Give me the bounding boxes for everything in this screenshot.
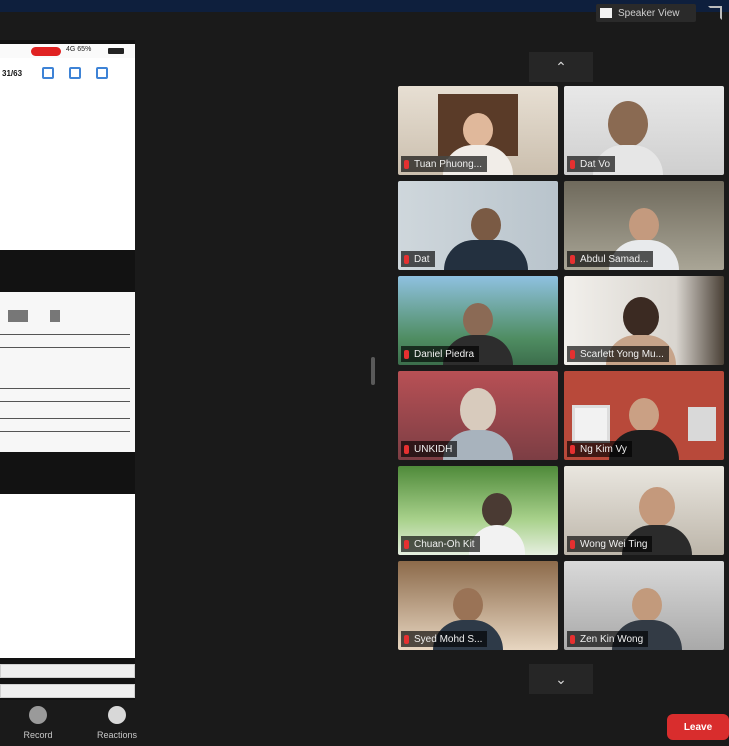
participant-tile[interactable]: Abdul Samad... (564, 181, 724, 270)
reactions-button[interactable]: Reactions (87, 702, 147, 740)
participant-tile[interactable]: Wong Wei Ting (564, 466, 724, 555)
participant-name-tag: Ng Kim Vy (567, 441, 632, 457)
chevron-down-icon: ⌄ (555, 670, 567, 687)
participant-avatar (444, 208, 528, 270)
mic-muted-icon (404, 254, 409, 264)
scroll-up-button[interactable]: ⌃ (529, 52, 593, 82)
participant-tile[interactable]: UNKIDH (398, 371, 558, 460)
participant-tile[interactable]: Dat (398, 181, 558, 270)
speaker-view-button[interactable]: Speaker View (596, 4, 696, 22)
participant-tile[interactable]: Tuan Phuong... (398, 86, 558, 175)
participant-gallery: Tuan Phuong... Dat Vo Dat Abdul Samad...… (398, 86, 724, 650)
scroll-down-button[interactable]: ⌄ (529, 664, 593, 694)
participant-name-tag: Abdul Samad... (567, 251, 654, 267)
participant-name-tag: UNKIDH (401, 441, 458, 457)
participant-name-tag: Syed Mohd S... (401, 631, 488, 647)
participant-tile[interactable]: Dat Vo (564, 86, 724, 175)
participant-name-tag: Scarlett Yong Mu... (567, 346, 669, 362)
participant-tile[interactable]: Zen Kin Wong (564, 561, 724, 650)
crop-icon (42, 67, 55, 79)
participant-name-tag: Chuan-Oh Kit (401, 536, 480, 552)
recording-indicator (31, 47, 61, 56)
mic-muted-icon (404, 539, 409, 549)
fullscreen-icon[interactable] (708, 6, 722, 20)
participant-name-tag: Daniel Piedra (401, 346, 480, 362)
mic-muted-icon (570, 349, 575, 359)
mic-muted-icon (570, 634, 575, 644)
record-button[interactable]: Record (8, 702, 68, 740)
mic-muted-icon (570, 159, 575, 169)
battery-icon (108, 48, 124, 54)
music-staff (0, 418, 130, 432)
phone-status-text: 4G 65% (66, 46, 92, 53)
wall-frame (688, 407, 716, 441)
participant-name-tag: Wong Wei Ting (567, 536, 653, 552)
music-staff (0, 334, 130, 348)
mic-muted-icon (570, 254, 575, 264)
record-label: Record (23, 730, 53, 740)
share-icon (96, 67, 109, 79)
participant-name-tag: Tuan Phuong... (401, 156, 488, 172)
mic-muted-icon (404, 159, 409, 169)
sheet-music-page (0, 292, 135, 452)
rotate-icon (69, 67, 82, 79)
participant-name-tag: Dat (401, 251, 435, 267)
participant-name-tag: Zen Kin Wong (567, 631, 649, 647)
document-page (0, 494, 135, 658)
reactions-icon (108, 706, 126, 724)
participant-tile[interactable]: Daniel Piedra (398, 276, 558, 365)
music-staff (0, 388, 130, 402)
chord-diagram (50, 310, 60, 322)
leave-button[interactable]: Leave (667, 714, 729, 740)
participant-tile[interactable]: Syed Mohd S... (398, 561, 558, 650)
document-page (0, 88, 135, 250)
page-number: 31/63 (2, 68, 23, 78)
document-toolbar: 31/63 (0, 58, 135, 88)
page-thumbnail (0, 684, 135, 698)
mic-muted-icon (404, 444, 409, 454)
view-icon (600, 8, 612, 18)
mic-muted-icon (404, 349, 409, 359)
record-icon (29, 706, 47, 724)
reactions-label: Reactions (96, 730, 138, 740)
shared-screen: 4G 65% 31/63 (0, 40, 135, 700)
participant-tile[interactable]: Scarlett Yong Mu... (564, 276, 724, 365)
mic-muted-icon (570, 444, 575, 454)
wall-frame (572, 405, 610, 443)
phone-status-bar: 4G 65% (0, 44, 135, 58)
chord-diagram (18, 310, 28, 322)
participant-name-tag: Dat Vo (567, 156, 616, 172)
participant-tile[interactable]: Ng Kim Vy (564, 371, 724, 460)
view-button-label: Speaker View (618, 7, 680, 19)
mic-muted-icon (404, 634, 409, 644)
page-thumbnail (0, 664, 135, 678)
chord-diagram (8, 310, 18, 322)
mic-muted-icon (570, 539, 575, 549)
participant-tile[interactable]: Chuan-Oh Kit (398, 466, 558, 555)
split-handle[interactable] (371, 357, 375, 385)
chevron-up-icon: ⌃ (555, 58, 567, 75)
